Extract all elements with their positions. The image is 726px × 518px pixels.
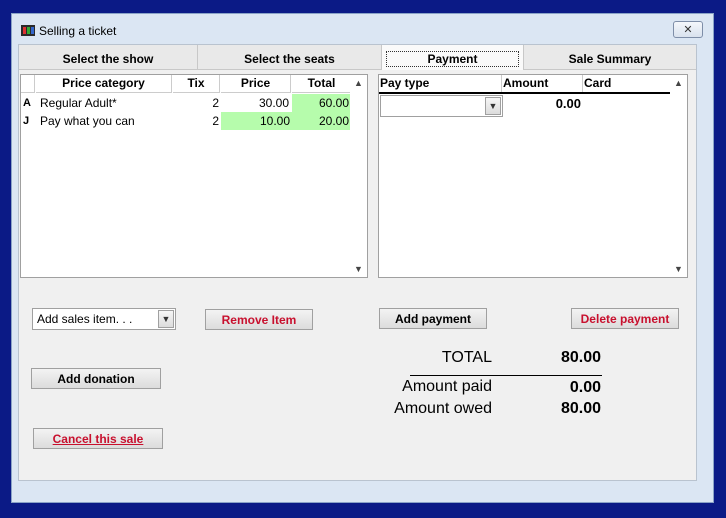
header-price: Price	[221, 75, 291, 93]
pay-type-select[interactable]: ▼	[380, 95, 503, 117]
add-sales-item-label: Add sales item. . .	[37, 312, 133, 326]
remove-item-button[interactable]: Remove Item	[205, 309, 313, 330]
header-tix: Tix	[173, 75, 220, 93]
price-table-scrollbar[interactable]: ▲ ▼	[350, 75, 367, 277]
header-total: Total	[292, 75, 351, 93]
price-cell: 10.00	[221, 112, 292, 130]
row-code-header	[21, 75, 35, 93]
card-cell[interactable]	[586, 95, 666, 113]
tab-select-the-show[interactable]: Select the show	[19, 45, 198, 70]
chevron-down-icon[interactable]: ▼	[485, 97, 501, 115]
amount-paid-label: Amount paid	[402, 378, 492, 395]
tix-cell: 2	[212, 96, 219, 110]
close-icon: ✕	[683, 24, 693, 36]
scroll-down-icon[interactable]: ▼	[674, 264, 683, 274]
tix-cell: 2	[212, 114, 219, 128]
totals-divider	[410, 375, 602, 376]
title-bar[interactable]: Selling a ticket ✕	[12, 14, 713, 44]
header-price-category: Price category	[36, 75, 172, 93]
tab-sale-summary[interactable]: Sale Summary	[524, 45, 696, 70]
add-sales-item-dropdown[interactable]: Add sales item. . . ▼	[32, 308, 176, 330]
header-pay-type: Pay type	[380, 75, 502, 92]
total-value: 80.00	[560, 349, 601, 366]
scroll-down-icon[interactable]: ▼	[354, 264, 363, 274]
payment-table[interactable]: Pay type Amount Card ▼ 0.00 ▲ ▼	[378, 74, 688, 278]
price-category-cell: Pay what you can	[40, 114, 135, 128]
window-title: Selling a ticket	[39, 24, 117, 38]
amount-owed-label: Amount owed	[394, 400, 492, 417]
total-label: TOTAL	[441, 349, 492, 366]
add-payment-button[interactable]: Add payment	[379, 308, 487, 329]
client-area: Select the show Select the seats Payment…	[18, 44, 697, 481]
row-code: J	[23, 115, 30, 127]
total-cell: 20.00	[292, 112, 351, 130]
tab-payment[interactable]: Payment	[382, 45, 524, 70]
amount-paid-value: 0.00	[569, 379, 601, 396]
amount-owed-value: 80.00	[560, 400, 601, 417]
tab-label: Select the show	[62, 52, 154, 66]
tab-label: Sale Summary	[568, 52, 652, 66]
price-category-table[interactable]: Price category Tix Price Total A Regular…	[20, 74, 368, 278]
scroll-up-icon[interactable]: ▲	[674, 78, 683, 88]
total-cell: 60.00	[292, 94, 351, 112]
tab-label: Payment	[386, 51, 519, 67]
delete-payment-button[interactable]: Delete payment	[571, 308, 679, 329]
tab-select-the-seats[interactable]: Select the seats	[198, 45, 382, 70]
header-divider	[379, 92, 670, 94]
tab-label: Select the seats	[244, 52, 335, 66]
row-code: A	[23, 97, 31, 109]
price-cell: 30.00	[258, 96, 289, 110]
payment-table-scrollbar[interactable]: ▲ ▼	[670, 75, 687, 277]
header-card: Card	[584, 76, 612, 90]
ticket-app-icon	[21, 25, 35, 36]
close-button[interactable]: ✕	[673, 21, 703, 38]
price-category-cell: Regular Adult*	[40, 96, 117, 110]
cancel-sale-button[interactable]: Cancel this sale	[33, 428, 163, 449]
selling-ticket-window: Selling a ticket ✕ Select the show Selec…	[11, 13, 714, 503]
scroll-up-icon[interactable]: ▲	[354, 78, 363, 88]
header-amount: Amount	[503, 75, 583, 92]
amount-cell[interactable]: 0.00	[503, 95, 581, 113]
add-donation-button[interactable]: Add donation	[31, 368, 161, 389]
chevron-down-icon[interactable]: ▼	[158, 310, 174, 328]
